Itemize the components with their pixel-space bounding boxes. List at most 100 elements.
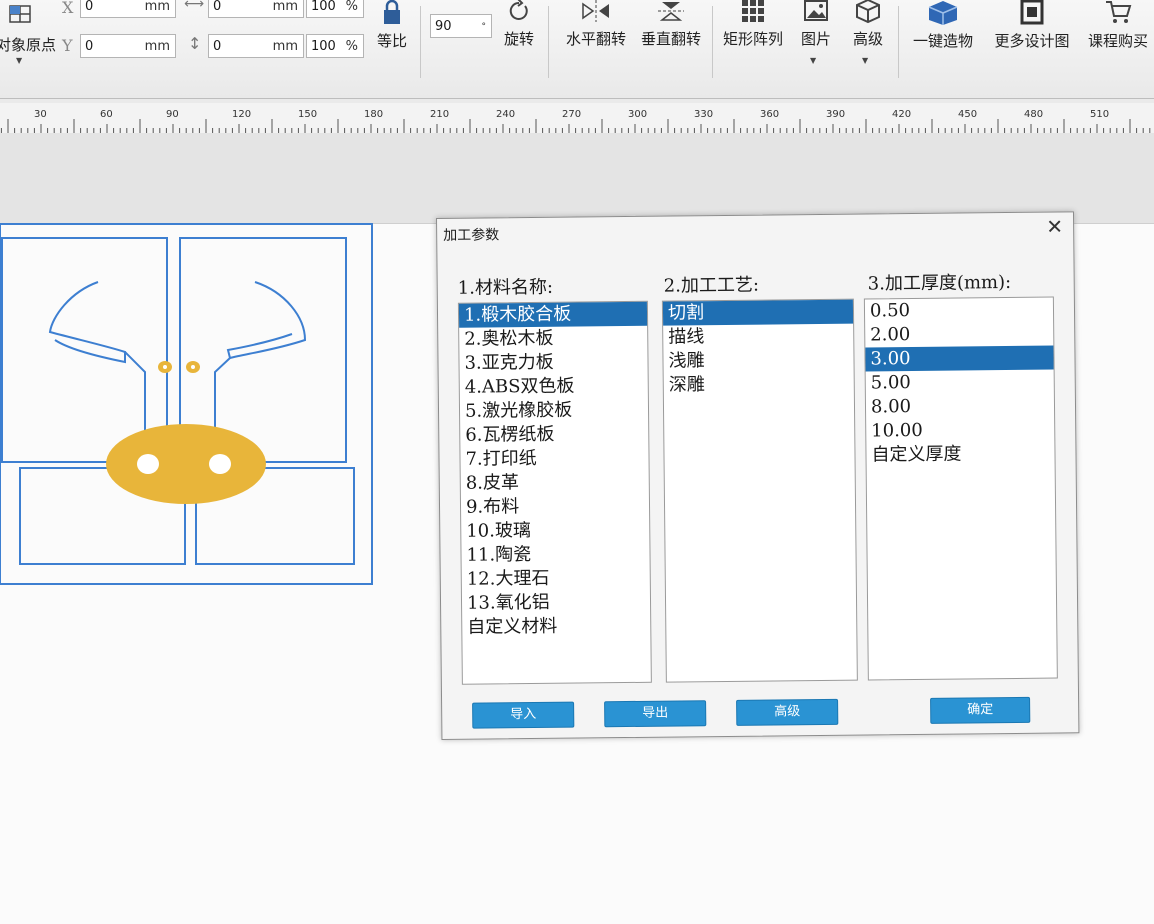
left-horn-outline [48,281,126,364]
thickness-list-item[interactable]: 0.50 [865,298,1053,324]
ruler-tick-label: 90 [166,109,179,120]
course-buy-button[interactable]: 课程购买 [1084,0,1152,51]
scale-width-value: 100 [311,0,336,14]
ok-button[interactable]: 确定 [930,696,1031,724]
object-origin-button[interactable]: 对象原点 [0,34,56,55]
material-list-item[interactable]: 8.皮革 [461,470,649,496]
width-input[interactable]: 0 mm [208,0,304,18]
material-list-item[interactable]: 11.陶瓷 [461,542,649,568]
thickness-list-item[interactable]: 8.00 [866,394,1054,420]
rotation-angle-value: 90 [435,19,452,34]
process-column-header: 2.加工工艺: [663,274,760,297]
ruler-tick-label: 450 [958,109,977,120]
height-value: 0 [213,39,222,54]
toolbar-divider [548,6,549,78]
ruler-tick-label: 30 [34,109,47,120]
ruler-tick-label: 360 [760,109,779,120]
ruler-tick-label: 300 [628,109,647,120]
rotate-button[interactable]: 旋转 [498,0,540,49]
ruler-tick-label: 150 [298,109,317,120]
flip-vertical-icon [636,0,706,28]
left-eye-highlight [163,365,167,369]
one-click-make-button[interactable]: 一键造物 [906,0,980,51]
y-position-value: 0 [85,39,94,54]
material-list-item[interactable]: 2.奥松木板 [459,326,647,352]
cube-icon [846,0,890,28]
course-buy-label: 课程购买 [1087,32,1148,50]
thickness-list-item[interactable]: 10.00 [866,418,1054,444]
x-position-input[interactable]: 0 mm [80,0,176,18]
height-unit: mm [272,39,298,54]
process-list-item[interactable]: 深雕 [664,372,854,398]
advanced-settings-button[interactable]: 高级 [736,698,839,726]
thickness-list-item[interactable]: 2.00 [865,322,1053,348]
flip-horizontal-button[interactable]: 水平翻转 [560,0,632,49]
ruler-tick-label: 240 [496,109,515,120]
flip-vertical-button[interactable]: 垂直翻转 [636,0,706,49]
scale-height-input[interactable]: 100 % [306,34,364,58]
bull-design-artwork[interactable] [0,222,380,592]
material-list-item[interactable]: 6.瓦楞纸板 [460,422,648,448]
height-input[interactable]: 0 mm [208,34,304,58]
image-label: 图片 [800,30,831,48]
x-position-value: 0 [85,0,94,14]
scale-height-unit: % [345,39,358,54]
material-list-item[interactable]: 9.布料 [461,494,649,520]
material-list-item[interactable]: 7.打印纸 [460,446,648,472]
image-dropdown-caret-icon[interactable]: ▼ [810,56,816,65]
y-label: Y [62,36,73,55]
process-list-item[interactable]: 描线 [663,324,853,350]
material-list-item[interactable]: 4.ABS双色板 [460,374,648,400]
advanced-button[interactable]: 高级 [846,0,890,49]
grid-array-icon [718,0,788,28]
grid-origin-icon[interactable] [8,4,34,28]
rect-array-button[interactable]: 矩形阵列 [718,0,788,49]
material-list-item[interactable]: 1.椴木胶合板 [458,301,648,328]
material-list-item[interactable]: 10.玻璃 [461,518,649,544]
toolbar-divider [420,6,421,78]
origin-dropdown-caret-icon[interactable]: ▼ [16,56,22,65]
scale-width-input[interactable]: 100 % [306,0,364,18]
horizontal-ruler: 30 60 90 120 150 180 210 240 270 300 330 360 390 420 4… [0,103,1154,134]
material-list-item[interactable]: 5.激光橡胶板 [460,398,648,424]
ruler-scale: 30 60 90 120 150 180 210 240 270 300 330 360 390 420 4… [0,109,1151,133]
lock-icon [372,0,412,30]
thickness-list-item[interactable]: 自定义厚度 [866,442,1054,468]
toolbar-divider [898,6,899,78]
rotation-angle-input[interactable]: 90 ° [430,14,492,38]
shopping-cart-icon [1084,0,1152,30]
material-list-item[interactable]: 3.亚克力板 [459,350,647,376]
rotate-icon [498,0,540,28]
export-button[interactable]: 导出 [604,700,707,728]
one-click-make-label: 一键造物 [912,32,973,50]
import-button[interactable]: 导入 [472,701,575,729]
advanced-dropdown-caret-icon[interactable]: ▼ [862,56,868,65]
process-list-item[interactable]: 切割 [662,299,854,326]
process-list[interactable]: 切割 描线 浅雕 深雕 [661,298,858,683]
material-list-item[interactable]: 12.大理石 [462,566,650,592]
material-list[interactable]: 1.椴木胶合板 2.奥松木板 3.亚克力板 4.ABS双色板 5.激光橡胶板 6.瓦楞纸板… [457,300,652,685]
ruler-tick-label: 120 [232,109,251,120]
artwork-panel-top-left [1,237,168,463]
toolbar: 对象原点 ▼ X Y 0 mm 0 mm ⟷ ↕ 0 mm 0 mm 100 %… [0,0,1154,99]
more-designs-button[interactable]: 更多设计图 [988,0,1076,51]
x-unit: mm [144,0,170,14]
thickness-list[interactable]: 0.50 2.00 3.00 5.00 8.00 10.00 自定义厚度 [863,296,1058,681]
rect-array-label: 矩形阵列 [722,30,783,48]
thickness-list-item[interactable]: 5.00 [866,370,1054,396]
process-list-item[interactable]: 浅雕 [663,348,853,374]
ruler-tick-label: 420 [892,109,911,120]
ruler-tick-label: 390 [826,109,845,120]
y-position-input[interactable]: 0 mm [80,34,176,58]
equal-ratio-button[interactable]: 等比 [372,0,412,51]
close-icon[interactable]: ✕ [1046,214,1063,238]
ruler-tick-label: 510 [1090,109,1109,120]
design-frame-icon [988,0,1076,30]
material-list-item[interactable]: 自定义材料 [462,614,650,640]
image-button[interactable]: 图片 [794,0,838,49]
material-column-header: 1.材料名称: [457,276,554,299]
thickness-list-item[interactable]: 3.00 [865,345,1054,372]
material-list-item[interactable]: 13.氧化铝 [462,590,650,616]
width-unit: mm [272,0,298,14]
flip-horizontal-icon [560,0,632,28]
